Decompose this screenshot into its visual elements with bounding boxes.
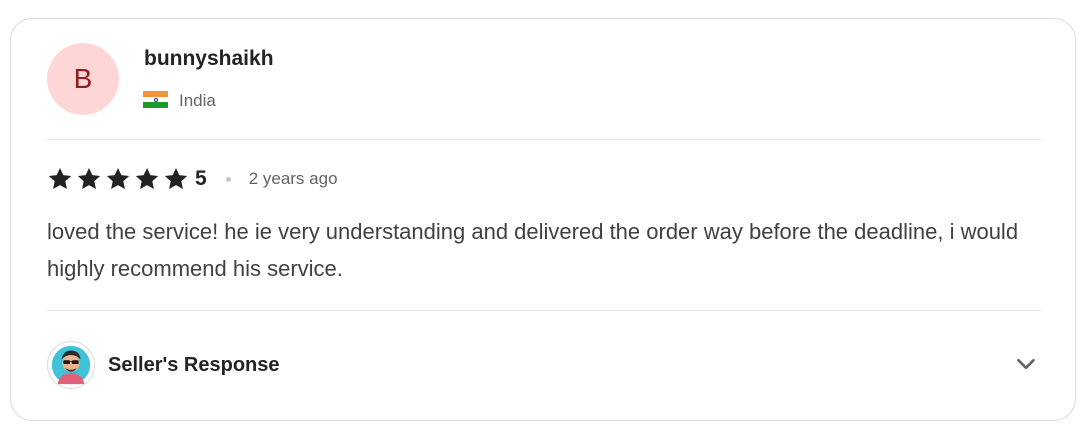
- chevron-down-icon[interactable]: [1013, 351, 1039, 377]
- star-icon: [106, 167, 130, 189]
- separator-dot: [225, 176, 231, 182]
- star-icon: [48, 167, 72, 189]
- star-icon: [135, 167, 159, 189]
- reviewer-country: India: [179, 91, 216, 110]
- rating-row: 5 2 years ago: [47, 164, 338, 194]
- review-time: 2 years ago: [248, 169, 338, 188]
- star-icon: [77, 167, 101, 189]
- rating-score: 5: [195, 167, 207, 190]
- divider: [47, 139, 1041, 140]
- seller-response-label[interactable]: Seller's Response: [108, 354, 280, 377]
- review-text: loved the service! he ie very understand…: [47, 219, 1019, 281]
- reviewer-avatar: B: [47, 43, 119, 115]
- avatar-initial: B: [73, 63, 93, 94]
- india-flag-icon: [143, 91, 168, 108]
- seller-avatar-icon: [47, 341, 95, 389]
- divider: [47, 310, 1041, 311]
- star-rating: [47, 166, 189, 192]
- review-card: B bunnyshaikh India 5 2 years ago loved …: [10, 18, 1076, 421]
- reviewer-username[interactable]: bunnyshaikh: [144, 47, 274, 71]
- star-icon: [164, 167, 188, 189]
